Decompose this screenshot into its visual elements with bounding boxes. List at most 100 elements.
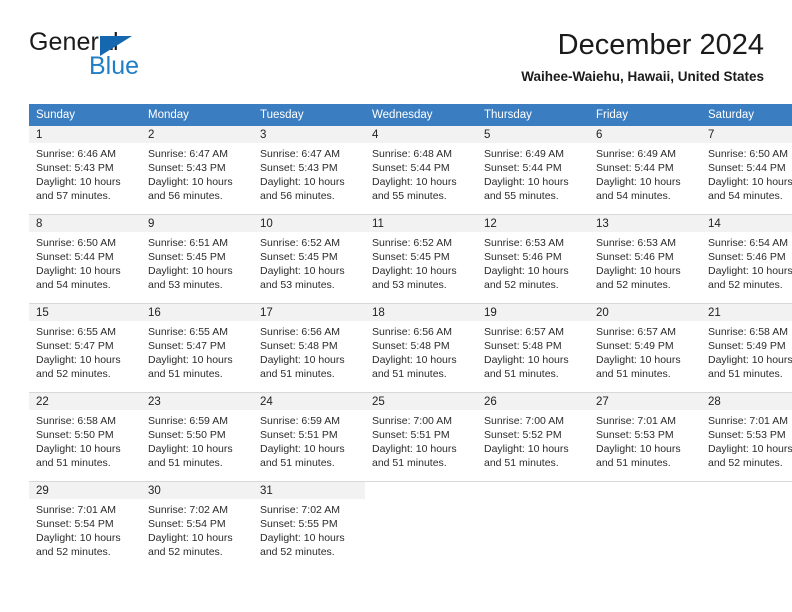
sunset-time: Sunset: 5:43 PM (260, 162, 338, 174)
calendar-day-cell[interactable]: 23 Sunrise: 6:59 AM Sunset: 5:50 PM Dayligh… (141, 393, 253, 481)
calendar-day-cell[interactable]: 16 Sunrise: 6:55 AM Sunset: 5:47 PM Dayligh… (141, 304, 253, 392)
day-info: Sunrise: 6:46 AM Sunset: 5:43 PM Daylight:… (29, 143, 141, 203)
calendar-day-cell[interactable]: 9 Sunrise: 6:51 AM Sunset: 5:45 PM Daylight… (141, 215, 253, 303)
daylight-duration-line1: Daylight: 10 hours (484, 265, 569, 277)
day-info: Sunrise: 6:49 AM Sunset: 5:44 PM Daylight:… (589, 143, 701, 203)
day-number: 30 (141, 482, 253, 499)
daylight-duration-line1: Daylight: 10 hours (708, 443, 792, 455)
calendar-day-cell[interactable]: 29 Sunrise: 7:01 AM Sunset: 5:54 PM Dayligh… (29, 482, 141, 570)
calendar-day-cell[interactable]: 24 Sunrise: 6:59 AM Sunset: 5:51 PM Dayligh… (253, 393, 365, 481)
calendar-day-cell[interactable]: 1 Sunrise: 6:46 AM Sunset: 5:43 PM Daylight… (29, 126, 141, 214)
calendar-day-cell[interactable]: 8 Sunrise: 6:50 AM Sunset: 5:44 PM Daylight… (29, 215, 141, 303)
calendar-day-cell[interactable]: 18 Sunrise: 6:56 AM Sunset: 5:48 PM Dayligh… (365, 304, 477, 392)
calendar-day-cell[interactable]: 27 Sunrise: 7:01 AM Sunset: 5:53 PM Dayligh… (589, 393, 701, 481)
calendar-day-cell[interactable]: 15 Sunrise: 6:55 AM Sunset: 5:47 PM Dayligh… (29, 304, 141, 392)
calendar-day-cell[interactable]: 19 Sunrise: 6:57 AM Sunset: 5:48 PM Dayligh… (477, 304, 589, 392)
calendar-day-cell[interactable]: 3 Sunrise: 6:47 AM Sunset: 5:43 PM Daylight… (253, 126, 365, 214)
day-info (365, 499, 477, 503)
sunrise-time: Sunrise: 6:57 AM (484, 326, 564, 338)
daylight-duration-line2: and 51 minutes. (596, 457, 671, 469)
calendar-day-cell[interactable]: 11 Sunrise: 6:52 AM Sunset: 5:45 PM Dayligh… (365, 215, 477, 303)
day-info: Sunrise: 6:59 AM Sunset: 5:50 PM Daylight:… (141, 410, 253, 470)
calendar-day-cell[interactable]: 25 Sunrise: 7:00 AM Sunset: 5:51 PM Dayligh… (365, 393, 477, 481)
calendar-day-cell[interactable]: 7 Sunrise: 6:50 AM Sunset: 5:44 PM Daylight… (701, 126, 792, 214)
daylight-duration-line2: and 57 minutes. (36, 190, 111, 202)
daylight-duration-line2: and 51 minutes. (484, 368, 559, 380)
daylight-duration-line1: Daylight: 10 hours (372, 354, 457, 366)
sunset-time: Sunset: 5:48 PM (484, 340, 562, 352)
daylight-duration-line1: Daylight: 10 hours (260, 265, 345, 277)
day-cell-inner: 9 Sunrise: 6:51 AM Sunset: 5:45 PM Daylight… (141, 215, 253, 303)
daylight-duration-line2: and 52 minutes. (708, 279, 783, 291)
day-cell-inner: 4 Sunrise: 6:48 AM Sunset: 5:44 PM Daylight… (365, 126, 477, 214)
calendar-day-cell[interactable]: 12 Sunrise: 6:53 AM Sunset: 5:46 PM Dayligh… (477, 215, 589, 303)
day-cell-inner: 5 Sunrise: 6:49 AM Sunset: 5:44 PM Daylight… (477, 126, 589, 214)
sunrise-time: Sunrise: 6:58 AM (36, 415, 116, 427)
sunrise-time: Sunrise: 7:01 AM (708, 415, 788, 427)
calendar-day-cell[interactable]: 4 Sunrise: 6:48 AM Sunset: 5:44 PM Daylight… (365, 126, 477, 214)
calendar-day-cell (477, 482, 589, 570)
calendar-day-cell[interactable]: 26 Sunrise: 7:00 AM Sunset: 5:52 PM Dayligh… (477, 393, 589, 481)
calendar-day-cell[interactable]: 13 Sunrise: 6:53 AM Sunset: 5:46 PM Dayligh… (589, 215, 701, 303)
sunset-time: Sunset: 5:44 PM (708, 162, 786, 174)
day-info: Sunrise: 6:57 AM Sunset: 5:48 PM Daylight:… (477, 321, 589, 381)
daylight-duration-line1: Daylight: 10 hours (708, 354, 792, 366)
sunrise-time: Sunrise: 6:49 AM (484, 148, 564, 160)
brand-logo[interactable]: General Blue (29, 28, 259, 86)
calendar-header-row: Sunday Monday Tuesday Wednesday Thursday… (29, 104, 792, 126)
day-info: Sunrise: 6:47 AM Sunset: 5:43 PM Daylight:… (253, 143, 365, 203)
calendar-day-cell[interactable]: 5 Sunrise: 6:49 AM Sunset: 5:44 PM Daylight… (477, 126, 589, 214)
day-cell-inner: 20 Sunrise: 6:57 AM Sunset: 5:49 PM Dayligh… (589, 304, 701, 392)
day-number: 15 (29, 304, 141, 321)
day-cell-inner: 16 Sunrise: 6:55 AM Sunset: 5:47 PM Dayligh… (141, 304, 253, 392)
day-number: 22 (29, 393, 141, 410)
daylight-duration-line1: Daylight: 10 hours (484, 176, 569, 188)
sunset-time: Sunset: 5:52 PM (484, 429, 562, 441)
calendar-day-cell[interactable]: 21 Sunrise: 6:58 AM Sunset: 5:49 PM Dayligh… (701, 304, 792, 392)
sunrise-time: Sunrise: 6:55 AM (36, 326, 116, 338)
day-info (477, 499, 589, 503)
calendar-day-cell[interactable]: 2 Sunrise: 6:47 AM Sunset: 5:43 PM Daylight… (141, 126, 253, 214)
day-info: Sunrise: 6:55 AM Sunset: 5:47 PM Daylight:… (29, 321, 141, 381)
day-number (589, 482, 701, 499)
daylight-duration-line2: and 51 minutes. (260, 457, 335, 469)
sunset-time: Sunset: 5:54 PM (148, 518, 226, 530)
calendar-page: General Blue December 2024 Waihee-Waiehu… (0, 0, 792, 612)
sunrise-time: Sunrise: 6:49 AM (596, 148, 676, 160)
day-number: 8 (29, 215, 141, 232)
day-cell-inner: 17 Sunrise: 6:56 AM Sunset: 5:48 PM Dayligh… (253, 304, 365, 392)
sunrise-time: Sunrise: 6:47 AM (148, 148, 228, 160)
day-cell-inner: 30 Sunrise: 7:02 AM Sunset: 5:54 PM Dayligh… (141, 482, 253, 570)
sunrise-time: Sunrise: 6:59 AM (260, 415, 340, 427)
sunset-time: Sunset: 5:54 PM (36, 518, 114, 530)
calendar-day-cell[interactable]: 6 Sunrise: 6:49 AM Sunset: 5:44 PM Daylight… (589, 126, 701, 214)
calendar-day-cell (701, 482, 792, 570)
daylight-duration-line2: and 52 minutes. (148, 546, 223, 558)
sunrise-time: Sunrise: 6:57 AM (596, 326, 676, 338)
day-number: 17 (253, 304, 365, 321)
daylight-duration-line1: Daylight: 10 hours (148, 443, 233, 455)
daylight-duration-line1: Daylight: 10 hours (372, 176, 457, 188)
calendar-day-cell[interactable]: 20 Sunrise: 6:57 AM Sunset: 5:49 PM Dayligh… (589, 304, 701, 392)
daylight-duration-line2: and 53 minutes. (148, 279, 223, 291)
day-cell-inner: 10 Sunrise: 6:52 AM Sunset: 5:45 PM Dayligh… (253, 215, 365, 303)
daylight-duration-line1: Daylight: 10 hours (36, 265, 121, 277)
calendar-day-cell[interactable]: 22 Sunrise: 6:58 AM Sunset: 5:50 PM Dayligh… (29, 393, 141, 481)
day-number: 5 (477, 126, 589, 143)
daylight-duration-line1: Daylight: 10 hours (148, 532, 233, 544)
calendar-day-cell[interactable]: 30 Sunrise: 7:02 AM Sunset: 5:54 PM Dayligh… (141, 482, 253, 570)
day-number (365, 482, 477, 499)
calendar-day-cell[interactable]: 10 Sunrise: 6:52 AM Sunset: 5:45 PM Dayligh… (253, 215, 365, 303)
calendar-day-cell[interactable]: 14 Sunrise: 6:54 AM Sunset: 5:46 PM Dayligh… (701, 215, 792, 303)
daylight-duration-line2: and 55 minutes. (372, 190, 447, 202)
day-number: 21 (701, 304, 792, 321)
calendar-day-cell[interactable]: 28 Sunrise: 7:01 AM Sunset: 5:53 PM Dayligh… (701, 393, 792, 481)
calendar-day-cell[interactable]: 31 Sunrise: 7:02 AM Sunset: 5:55 PM Dayligh… (253, 482, 365, 570)
page-title: December 2024 (557, 29, 764, 61)
daylight-duration-line2: and 52 minutes. (596, 279, 671, 291)
day-info: Sunrise: 7:01 AM Sunset: 5:54 PM Daylight:… (29, 499, 141, 559)
sunrise-time: Sunrise: 7:01 AM (596, 415, 676, 427)
daylight-duration-line2: and 56 minutes. (260, 190, 335, 202)
calendar-day-cell[interactable]: 17 Sunrise: 6:56 AM Sunset: 5:48 PM Dayligh… (253, 304, 365, 392)
day-number: 10 (253, 215, 365, 232)
